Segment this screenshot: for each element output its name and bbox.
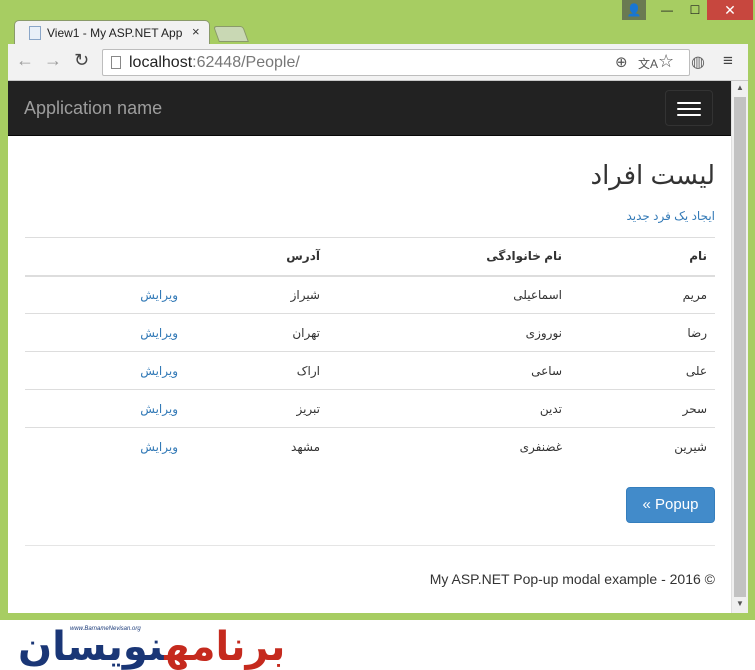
cell-family: ساعی (328, 351, 570, 390)
hamburger-bar (677, 102, 701, 104)
back-arrow-icon[interactable]: ← (16, 50, 34, 71)
browser-toolbar: ← → ↻ localhost:62448/People/ ⊕ 文A ☆ ◍ ≡ (8, 44, 748, 81)
title-bar: View1 - My ASP.NET Appl × 👤 — ☐ ✕ (0, 0, 755, 45)
browser-menu-icon[interactable]: ≡ (723, 51, 733, 71)
hamburger-bar (677, 108, 701, 110)
cell-action: ویرایش (25, 275, 186, 314)
cell-family: تدین (328, 389, 570, 428)
vertical-scrollbar[interactable]: ▲ ▼ (731, 81, 748, 613)
bookmark-star-icon[interactable]: ☆ (658, 51, 674, 72)
scroll-thumb[interactable] (734, 97, 746, 597)
maximize-button[interactable]: ☐ (683, 0, 707, 20)
page-viewport: Application name لیست افراد ایجاد یک فرد… (8, 81, 731, 613)
scroll-up-arrow-icon[interactable]: ▲ (736, 83, 744, 92)
cell-action: ویرایش (25, 427, 186, 466)
table-header-row: نام نام خانوادگی آدرس (25, 237, 715, 277)
extension-icon[interactable]: ◍ (691, 52, 705, 72)
column-header-action (25, 237, 186, 277)
column-header-name: نام (570, 237, 715, 277)
edit-link[interactable]: ویرایش (140, 326, 178, 340)
cell-family: غضنفری (328, 427, 570, 466)
footer-text: My ASP.NET Pop-up modal example - 2016 © (429, 571, 715, 587)
footer-divider (25, 545, 715, 546)
new-tab-button[interactable] (213, 26, 249, 42)
cell-address: اراک (186, 351, 328, 390)
reload-icon[interactable]: ↻ (74, 50, 89, 71)
cell-family: نوروزی (328, 313, 570, 352)
browser-tab[interactable]: View1 - My ASP.NET Appl × (14, 20, 210, 45)
cell-address: تبریز (186, 389, 328, 428)
logo-wordmark: برنامهنویسان (18, 624, 287, 670)
cell-family: اسماعیلی (328, 275, 570, 314)
forward-arrow-icon[interactable]: → (44, 50, 62, 71)
minimize-button[interactable]: — (655, 0, 679, 20)
url-path: :62448/People/ (192, 54, 300, 71)
edit-link[interactable]: ویرایش (140, 440, 178, 454)
people-table: نام نام خانوادگی آدرس مریم اسماعیلی شیرا… (25, 237, 715, 466)
popup-button[interactable]: « Popup (626, 487, 715, 523)
table-row: سحر تدین تبریز ویرایش (25, 389, 715, 428)
url-host: localhost (129, 54, 193, 71)
address-bar[interactable]: localhost:62448/People/ ⊕ 文A ☆ (102, 49, 690, 76)
edit-link[interactable]: ویرایش (140, 402, 178, 416)
column-header-family: نام خانوادگی (328, 237, 570, 277)
cell-address: تهران (186, 313, 328, 352)
user-profile-icon[interactable]: 👤 (622, 0, 646, 20)
cell-name: سحر (570, 389, 715, 428)
create-new-link[interactable]: ایجاد یک فرد جدید (626, 209, 715, 223)
scroll-down-arrow-icon[interactable]: ▼ (736, 599, 744, 608)
translate-icon[interactable]: 文A (638, 55, 658, 72)
zoom-icon[interactable]: ⊕ (615, 53, 628, 71)
close-window-button[interactable]: ✕ (707, 0, 753, 20)
table-row: مریم اسماعیلی شیراز ویرایش (25, 275, 715, 314)
table-row: شیرین غضنفری مشهد ویرایش (25, 427, 715, 466)
page-title: لیست افراد (590, 160, 715, 190)
edit-link[interactable]: ویرایش (140, 288, 178, 302)
table-row: علی ساعی اراک ویرایش (25, 351, 715, 390)
cell-name: علی (570, 351, 715, 390)
edit-link[interactable]: ویرایش (140, 364, 178, 378)
cell-address: مشهد (186, 427, 328, 466)
cell-name: مریم (570, 275, 715, 314)
url-text[interactable]: localhost:62448/People/ (129, 54, 300, 72)
brand-link[interactable]: Application name (24, 98, 162, 119)
site-logo: برنامهنویسان www.BarnameNevisan.org (12, 622, 364, 670)
cell-name: رضا (570, 313, 715, 352)
site-navbar: Application name (8, 81, 731, 136)
column-header-address: آدرس (186, 237, 328, 277)
logo-text-red: برنامه (164, 624, 287, 670)
cell-name: شیرین (570, 427, 715, 466)
navbar-toggle-button[interactable] (665, 90, 713, 126)
cell-action: ویرایش (25, 389, 186, 428)
cell-action: ویرایش (25, 313, 186, 352)
cell-address: شیراز (186, 275, 328, 314)
tab-title: View1 - My ASP.NET Appl (47, 26, 183, 40)
table-row: رضا نوروزی تهران ویرایش (25, 313, 715, 352)
hamburger-bar (677, 114, 701, 116)
logo-url: www.BarnameNevisan.org (70, 626, 141, 632)
page-favicon-icon (29, 26, 41, 40)
page-icon (111, 56, 121, 69)
cell-action: ویرایش (25, 351, 186, 390)
tab-close-icon[interactable]: × (192, 24, 200, 39)
